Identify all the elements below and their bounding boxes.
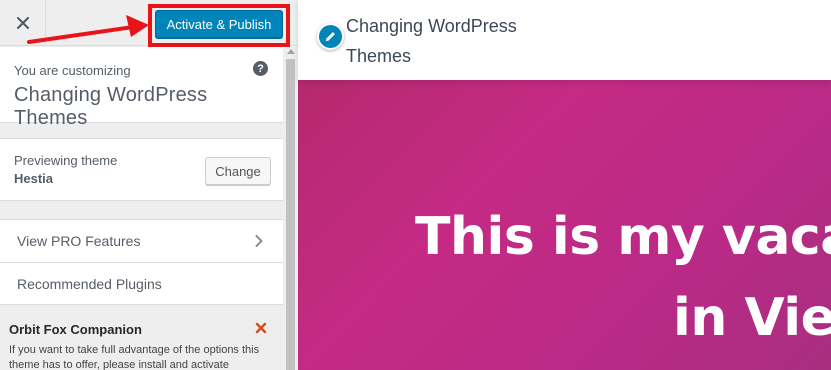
scrollbar-thumb[interactable] xyxy=(286,59,295,370)
change-theme-button[interactable]: Change xyxy=(205,157,271,185)
close-icon[interactable] xyxy=(254,321,268,335)
preview-site-title[interactable]: Changing WordPress Themes xyxy=(346,11,536,71)
section-view-pro-features[interactable]: View PRO Features xyxy=(0,219,283,262)
preview-site-header: Changing WordPress Themes xyxy=(298,0,831,80)
site-preview: Changing WordPress Themes This is my vac… xyxy=(298,0,831,370)
customizer-sidebar: Activate & Publish You are customizing C… xyxy=(0,0,298,370)
close-icon xyxy=(16,17,29,29)
customizer-panel: You are customizing Changing WordPress T… xyxy=(0,47,283,370)
scroll-up-arrow-icon[interactable] xyxy=(287,49,295,54)
activate-publish-button[interactable]: Activate & Publish xyxy=(155,10,283,38)
section-label: Recommended Plugins xyxy=(17,276,162,292)
sidebar-scrollbar[interactable] xyxy=(283,47,298,370)
hero-heading-line-2: in Vietn xyxy=(673,288,831,348)
close-customizer-button[interactable] xyxy=(0,0,46,46)
edit-shortcut-button[interactable] xyxy=(317,23,344,50)
site-title-heading: Changing WordPress Themes xyxy=(14,84,208,129)
section-list: View PRO Features Recommended Plugins xyxy=(0,219,283,305)
theme-name: Hestia xyxy=(14,171,54,186)
notice-title: Orbit Fox Companion xyxy=(9,322,142,337)
theme-section: Previewing theme Hestia Change xyxy=(0,138,283,201)
customizing-label: You are customizing xyxy=(14,63,131,78)
customizer-header: Activate & Publish xyxy=(0,0,298,47)
help-icon[interactable]: ? xyxy=(253,61,268,76)
section-recommended-plugins[interactable]: Recommended Plugins xyxy=(0,262,283,305)
hero-banner: This is my vacatio in Vietn xyxy=(298,80,831,370)
customize-info: You are customizing Changing WordPress T… xyxy=(0,47,283,129)
chevron-right-icon xyxy=(255,235,263,247)
notice-text: If you want to take full advantage of th… xyxy=(9,344,260,370)
hero-heading-line-1: This is my vacatio xyxy=(415,207,831,267)
section-label: View PRO Features xyxy=(17,233,141,249)
pencil-icon xyxy=(325,32,335,42)
orbit-fox-notice: Orbit Fox Companion If you want to take … xyxy=(0,306,283,370)
previewing-theme-label: Previewing theme xyxy=(14,153,118,168)
